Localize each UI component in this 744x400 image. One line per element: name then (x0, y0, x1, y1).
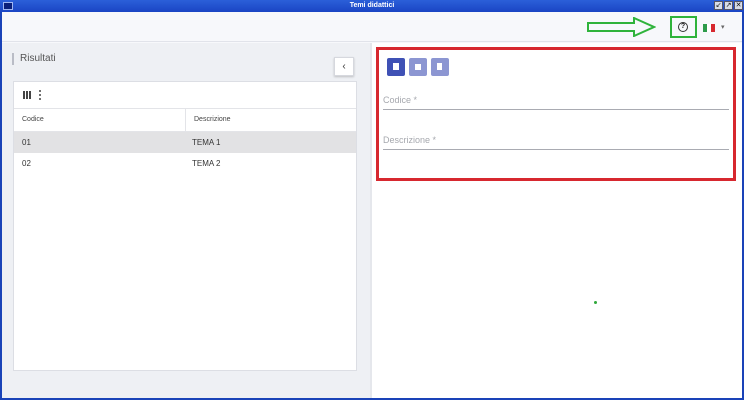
table-row[interactable]: 02 TEMA 2 (14, 153, 356, 174)
help-circle-icon[interactable]: ? (678, 22, 688, 32)
description-input[interactable] (383, 131, 729, 149)
table-row[interactable]: 01 TEMA 1 (14, 132, 356, 153)
window-title: Temi didattici (349, 2, 395, 9)
maximize-button[interactable]: ↗ (724, 1, 733, 10)
cell-description: TEMA 1 (192, 138, 221, 147)
delete-button[interactable] (431, 58, 449, 76)
close-button[interactable]: ✕ (734, 1, 743, 10)
title-bar: Temi didattici ↙ ↗ ✕ (0, 0, 744, 12)
table-toolbar (14, 82, 356, 108)
table-header: Codice Descrizione (14, 108, 356, 132)
top-bar: ? ▾ (2, 12, 742, 42)
results-title: Risultati (12, 53, 56, 65)
annotation-arrow-icon (587, 17, 656, 37)
code-field (383, 90, 729, 110)
language-dropdown-icon[interactable]: ▾ (721, 23, 725, 31)
column-header-description[interactable]: Descrizione (194, 109, 231, 131)
column-separator[interactable] (185, 109, 186, 131)
cell-code: 02 (22, 159, 31, 168)
new-record-button[interactable] (387, 58, 405, 76)
results-table: Codice Descrizione 01 TEMA 1 02 TEMA 2 (13, 81, 357, 371)
cell-code: 01 (22, 138, 31, 147)
save-icon (415, 64, 421, 70)
results-panel: Risultati ‹ Codice Descrizione 01 TEMA 1… (2, 43, 372, 398)
description-field (383, 130, 729, 150)
more-vertical-icon[interactable] (39, 90, 42, 100)
minimize-button[interactable]: ↙ (714, 1, 723, 10)
status-dot (594, 301, 597, 304)
cell-description: TEMA 2 (192, 159, 221, 168)
app-client: ? ▾ Risultati ‹ Codice Descrizione 01 TE… (2, 12, 742, 398)
italy-flag-icon[interactable] (703, 24, 715, 32)
collapse-panel-button[interactable]: ‹ (334, 57, 354, 76)
new-document-icon (393, 63, 399, 70)
columns-icon[interactable] (23, 91, 31, 99)
code-input[interactable] (383, 91, 729, 109)
help-highlight-box: ? (670, 16, 697, 38)
save-button[interactable] (409, 58, 427, 76)
form-highlight-box (376, 47, 736, 181)
delete-icon (437, 63, 442, 70)
detail-panel (372, 43, 742, 398)
column-header-code[interactable]: Codice (22, 109, 44, 131)
